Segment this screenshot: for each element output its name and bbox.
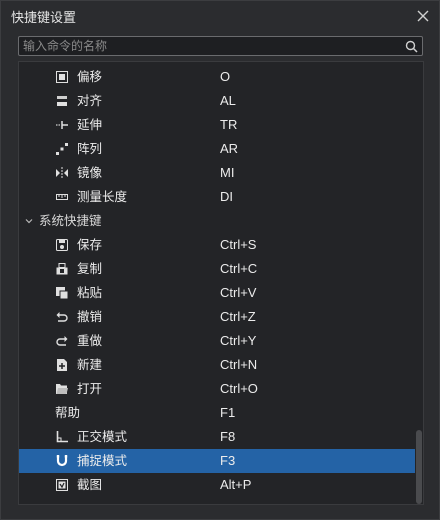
shortcut-key[interactable]: F1 <box>220 401 235 425</box>
shortcut-row[interactable]: 偏移 O <box>19 65 415 89</box>
undo-icon <box>56 312 68 322</box>
mirror-icon <box>56 167 68 179</box>
shortcut-row[interactable]: 截图 Alt+P <box>19 473 415 497</box>
shortcut-row[interactable]: 镜像 MI <box>19 161 415 185</box>
command-name: 保存 <box>77 237 103 252</box>
command-name: 延伸 <box>77 117 103 132</box>
command-name: 对齐 <box>77 93 103 108</box>
command-name: 测量长度 <box>77 189 128 204</box>
search-input[interactable] <box>23 37 404 55</box>
shortcut-key[interactable]: AR <box>220 137 238 161</box>
shortcut-key[interactable]: Ctrl+Y <box>220 329 256 353</box>
command-name: 阵列 <box>77 141 103 156</box>
extend-icon <box>56 121 68 129</box>
command-name: 正交模式 <box>77 429 128 444</box>
shortcut-key[interactable]: AL <box>220 89 236 113</box>
shortcut-key[interactable]: F8 <box>220 425 235 449</box>
shortcut-rows: 偏移 O 对齐 AL 延伸 TR 阵列 AR 镜像 MI 测量长度 DI 系统快捷键 保存 Ctrl+S 复制… <box>19 65 415 497</box>
save-icon <box>56 239 68 251</box>
shortcut-key[interactable]: Ctrl+C <box>220 257 257 281</box>
vertical-scrollbar[interactable] <box>415 62 423 504</box>
shortcut-row[interactable]: 阵列 AR <box>19 137 415 161</box>
shortcut-key[interactable]: Ctrl+O <box>220 377 258 401</box>
offset-icon <box>56 71 68 83</box>
shortcut-row[interactable]: 捕捉模式 F3 <box>19 449 415 473</box>
search-icon[interactable] <box>404 39 418 53</box>
shortcut-key[interactable]: Ctrl+N <box>220 353 257 377</box>
scrollbar-thumb[interactable] <box>416 430 422 504</box>
shortcut-row[interactable]: 保存 Ctrl+S <box>19 233 415 257</box>
command-name: 镜像 <box>77 165 103 180</box>
command-name: 粘贴 <box>77 285 103 300</box>
shortcut-key[interactable]: MI <box>220 161 234 185</box>
shortcut-row[interactable]: 撤销 Ctrl+Z <box>19 305 415 329</box>
shortcut-row[interactable]: 粘贴 Ctrl+V <box>19 281 415 305</box>
group-label: 系统快捷键 <box>39 213 102 228</box>
shortcut-row[interactable]: 新建 Ctrl+N <box>19 353 415 377</box>
command-name: 新建 <box>77 357 103 372</box>
command-name: 捕捉模式 <box>77 453 128 468</box>
paste-icon <box>56 287 68 299</box>
array-icon <box>56 143 68 155</box>
shortcut-key[interactable]: TR <box>220 113 237 137</box>
shortcut-row[interactable]: 帮助 F1 <box>19 401 415 425</box>
command-name: 帮助 <box>55 405 81 420</box>
open-folder-icon <box>56 384 68 394</box>
close-icon <box>417 10 429 22</box>
close-button[interactable] <box>413 6 433 26</box>
shortcut-key[interactable]: O <box>220 65 230 89</box>
shortcut-key[interactable]: DI <box>220 185 233 209</box>
shortcut-row[interactable]: 测量长度 DI <box>19 185 415 209</box>
shortcut-key[interactable]: F3 <box>220 449 235 473</box>
command-name: 复制 <box>77 261 103 276</box>
command-name: 撤销 <box>77 309 103 324</box>
copy-icon <box>56 263 68 275</box>
title-bar: 快捷键设置 <box>1 1 439 31</box>
shortcut-settings-dialog: 快捷键设置 偏移 O 对齐 AL 延伸 TR 阵列 AR 镜像 MI 测量长度 DI 系统快捷键保存 Ct… <box>0 0 440 520</box>
redo-icon <box>56 336 68 346</box>
command-name: 重做 <box>77 333 103 348</box>
shortcut-row[interactable]: 打开 Ctrl+O <box>19 377 415 401</box>
shortcut-key[interactable]: Ctrl+Z <box>220 305 256 329</box>
shortcut-list: 偏移 O 对齐 AL 延伸 TR 阵列 AR 镜像 MI 测量长度 DI 系统快捷键 保存 Ctrl+S 复制… <box>18 61 424 505</box>
dialog-title: 快捷键设置 <box>11 10 77 26</box>
shortcut-key[interactable]: Ctrl+V <box>220 281 256 305</box>
command-name: 偏移 <box>77 69 103 84</box>
chevron-down-icon[interactable] <box>25 217 33 225</box>
shortcut-row[interactable]: 延伸 TR <box>19 113 415 137</box>
shortcut-key[interactable]: Ctrl+S <box>220 233 256 257</box>
shortcut-row[interactable]: 重做 Ctrl+Y <box>19 329 415 353</box>
shortcut-row[interactable]: 复制 Ctrl+C <box>19 257 415 281</box>
measure-icon <box>56 194 68 200</box>
command-search-box <box>18 36 423 56</box>
group-header[interactable]: 系统快捷键 <box>19 209 415 233</box>
magnet-icon <box>56 455 68 467</box>
command-name: 截图 <box>77 477 103 492</box>
shortcut-key[interactable]: Alt+P <box>220 473 251 497</box>
shortcut-row[interactable]: 对齐 AL <box>19 89 415 113</box>
command-name: 打开 <box>77 381 103 396</box>
align-icon <box>57 96 67 106</box>
new-file-icon <box>57 359 67 371</box>
ortho-icon <box>56 431 68 443</box>
screenshot-icon <box>56 479 68 491</box>
shortcut-row[interactable]: 正交模式 F8 <box>19 425 415 449</box>
